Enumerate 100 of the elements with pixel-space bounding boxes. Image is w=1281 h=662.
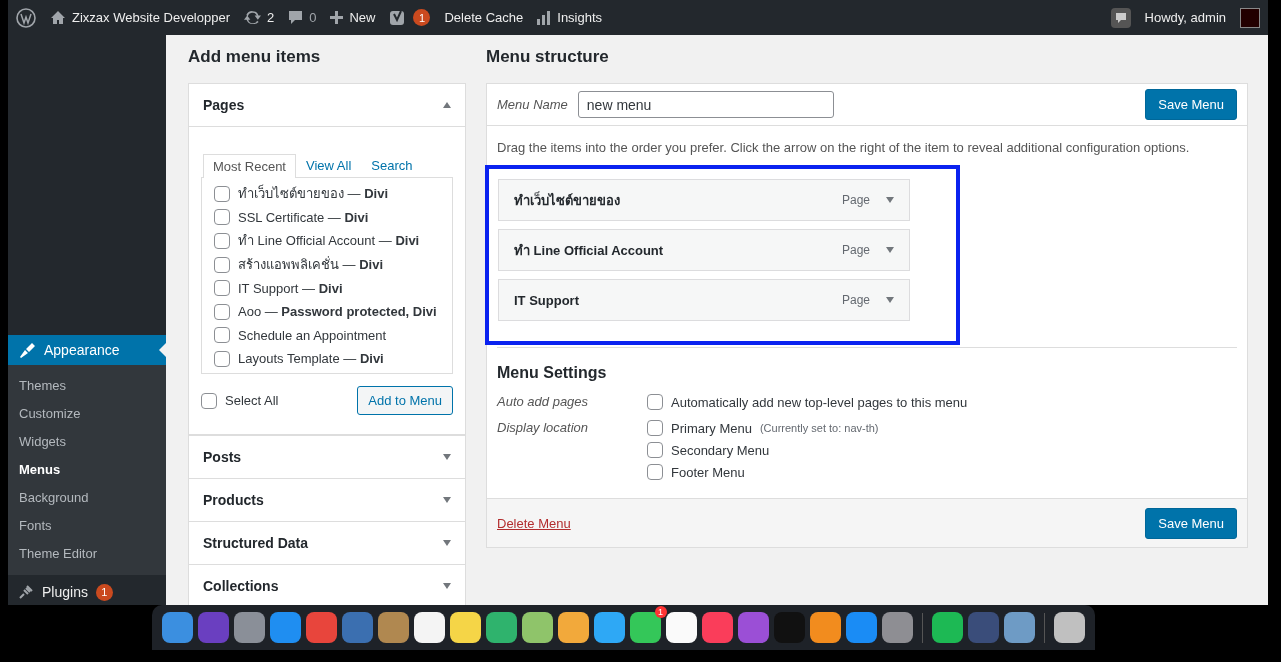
page-option[interactable]: Layouts Template — Divi [238,351,384,367]
app-icon[interactable] [413,612,445,643]
checkbox[interactable] [647,464,663,480]
option-label[interactable]: Secondary Menu [671,442,770,458]
menu-item-title: IT Support [514,292,580,308]
page-option[interactable]: ทำเว็บไซต์ขายของ — Divi [238,183,389,205]
setting-label: Auto add pages [497,394,590,410]
plus-icon[interactable] [330,11,344,24]
plug-icon [18,584,34,600]
tab[interactable]: View All [296,153,362,177]
notification-badge: 1 [95,583,113,601]
setting-label: Display location [497,420,590,437]
app-icon[interactable] [1053,612,1085,643]
accordion-title[interactable]: Collections [203,578,279,594]
app-icon[interactable] [449,612,481,643]
submenu-item[interactable]: Theme Editor [8,540,166,568]
page-option[interactable]: Aoo — Password protected, Divi [238,304,437,320]
delete-cache-link[interactable]: Delete Cache [444,10,524,25]
collapse-arrow-icon[interactable] [443,102,451,108]
comments-count[interactable]: 0 [309,10,317,25]
checkbox[interactable] [214,280,230,297]
item-type: Page [841,243,870,257]
app-icon[interactable] [931,612,963,643]
app-icon[interactable] [665,612,697,643]
refresh-icon[interactable] [244,9,261,26]
instructions-text: Drag the items into the order you prefer. Click the arrow on the right of the item to reveal additional configuration options. [497,140,1191,155]
checkbox[interactable] [647,394,663,410]
menu-item-title: ทำเว็บไซต์ขายของ [514,190,621,210]
section-heading: Menu structure [486,47,610,67]
wordpress-logo-icon[interactable] [16,7,36,28]
item-type: Page [841,193,870,207]
page-option[interactable]: IT Support — Divi [238,280,343,296]
notification-badge: 1 [413,9,431,26]
page-option[interactable]: สร้างแอพพลิเคชั่น — Divi [238,254,384,276]
save-menu-button[interactable]: Save Menu [1145,89,1237,120]
site-name-link[interactable]: Zixzax Website Developper [72,10,230,25]
option-label[interactable]: Primary Menu [671,420,752,436]
checkbox[interactable] [214,350,230,367]
submenu-item[interactable]: Themes [8,372,166,400]
paintbrush-icon [18,341,36,359]
submenu-item[interactable]: Fonts [8,512,166,540]
checkbox[interactable] [647,420,663,436]
accordion-title[interactable]: Products [203,492,264,508]
select-all-label[interactable]: Select All [225,393,279,408]
checkbox[interactable] [214,185,230,202]
chat-icon[interactable] [1110,7,1131,28]
accordion-title[interactable]: Pages [203,97,245,113]
checkbox[interactable] [647,442,663,458]
menu-item-title: ทำ Line Official Account [514,241,665,260]
app-icon[interactable] [593,612,625,643]
submenu-item[interactable]: Customize [8,400,166,428]
app-icon[interactable] [521,612,553,643]
settings-heading: Menu Settings [497,364,608,382]
home-icon[interactable] [50,10,66,25]
menu-item[interactable]: IT Support Page [498,279,910,321]
sidebar-item[interactable]: Plugins [42,584,88,600]
greeting-link[interactable]: Howdy, admin [1144,10,1226,25]
delete-menu-link[interactable]: Delete Menu [497,515,571,531]
new-link[interactable]: New [349,10,376,25]
checkbox[interactable] [214,233,230,249]
checkbox[interactable] [214,303,230,320]
expand-arrow-icon[interactable] [443,454,451,460]
avatar[interactable] [1240,7,1260,28]
expand-arrow-icon[interactable] [443,583,451,589]
bar-chart-icon[interactable] [537,10,552,25]
submenu-item[interactable]: Widgets [8,428,166,456]
accordion-title[interactable]: Structured Data [203,535,309,551]
checkbox[interactable] [214,256,230,273]
menu-item[interactable]: ทำเว็บไซต์ขายของ Page [498,179,910,221]
expand-arrow-icon[interactable] [886,297,894,303]
expand-arrow-icon[interactable] [443,540,451,546]
app-icon[interactable] [485,612,517,643]
submenu-item[interactable]: Menus [8,456,166,484]
app-icon[interactable] [809,612,841,643]
menu-item[interactable]: ทำ Line Official Account Page [498,229,910,271]
checkbox[interactable] [214,327,230,344]
comment-icon[interactable] [288,10,304,25]
menu-name-field[interactable]: new menu [577,91,834,118]
expand-arrow-icon[interactable] [886,197,894,203]
save-menu-button[interactable]: Save Menu [1145,507,1237,539]
page-option[interactable]: Schedule an Appointment [238,327,387,343]
expand-arrow-icon[interactable] [886,247,894,253]
submenu-item[interactable]: Background [8,484,166,512]
add-to-menu-button[interactable]: Add to Menu [357,386,453,415]
updates-count[interactable]: 2 [267,10,275,25]
page-option[interactable]: SSL Certificate — Divi [238,209,369,225]
page-option[interactable]: ทำ Line Official Account — Divi [238,230,420,252]
tab[interactable]: Search [361,153,423,177]
checkbox[interactable] [201,392,217,409]
option-label[interactable]: Footer Menu [671,464,745,480]
section-heading: Add menu items [188,47,322,67]
tab[interactable]: Most Recent [203,154,296,178]
insights-link[interactable]: Insights [557,10,603,25]
sidebar-item[interactable]: Appearance [8,335,166,365]
app-icon[interactable] [557,612,589,643]
option-label[interactable]: Automatically add new top-level pages to this menu [671,394,968,410]
accordion-title[interactable]: Posts [203,449,242,465]
option-note: (Currently set to: nav-th) [759,422,879,434]
expand-arrow-icon[interactable] [443,497,451,503]
checkbox[interactable] [214,209,230,226]
